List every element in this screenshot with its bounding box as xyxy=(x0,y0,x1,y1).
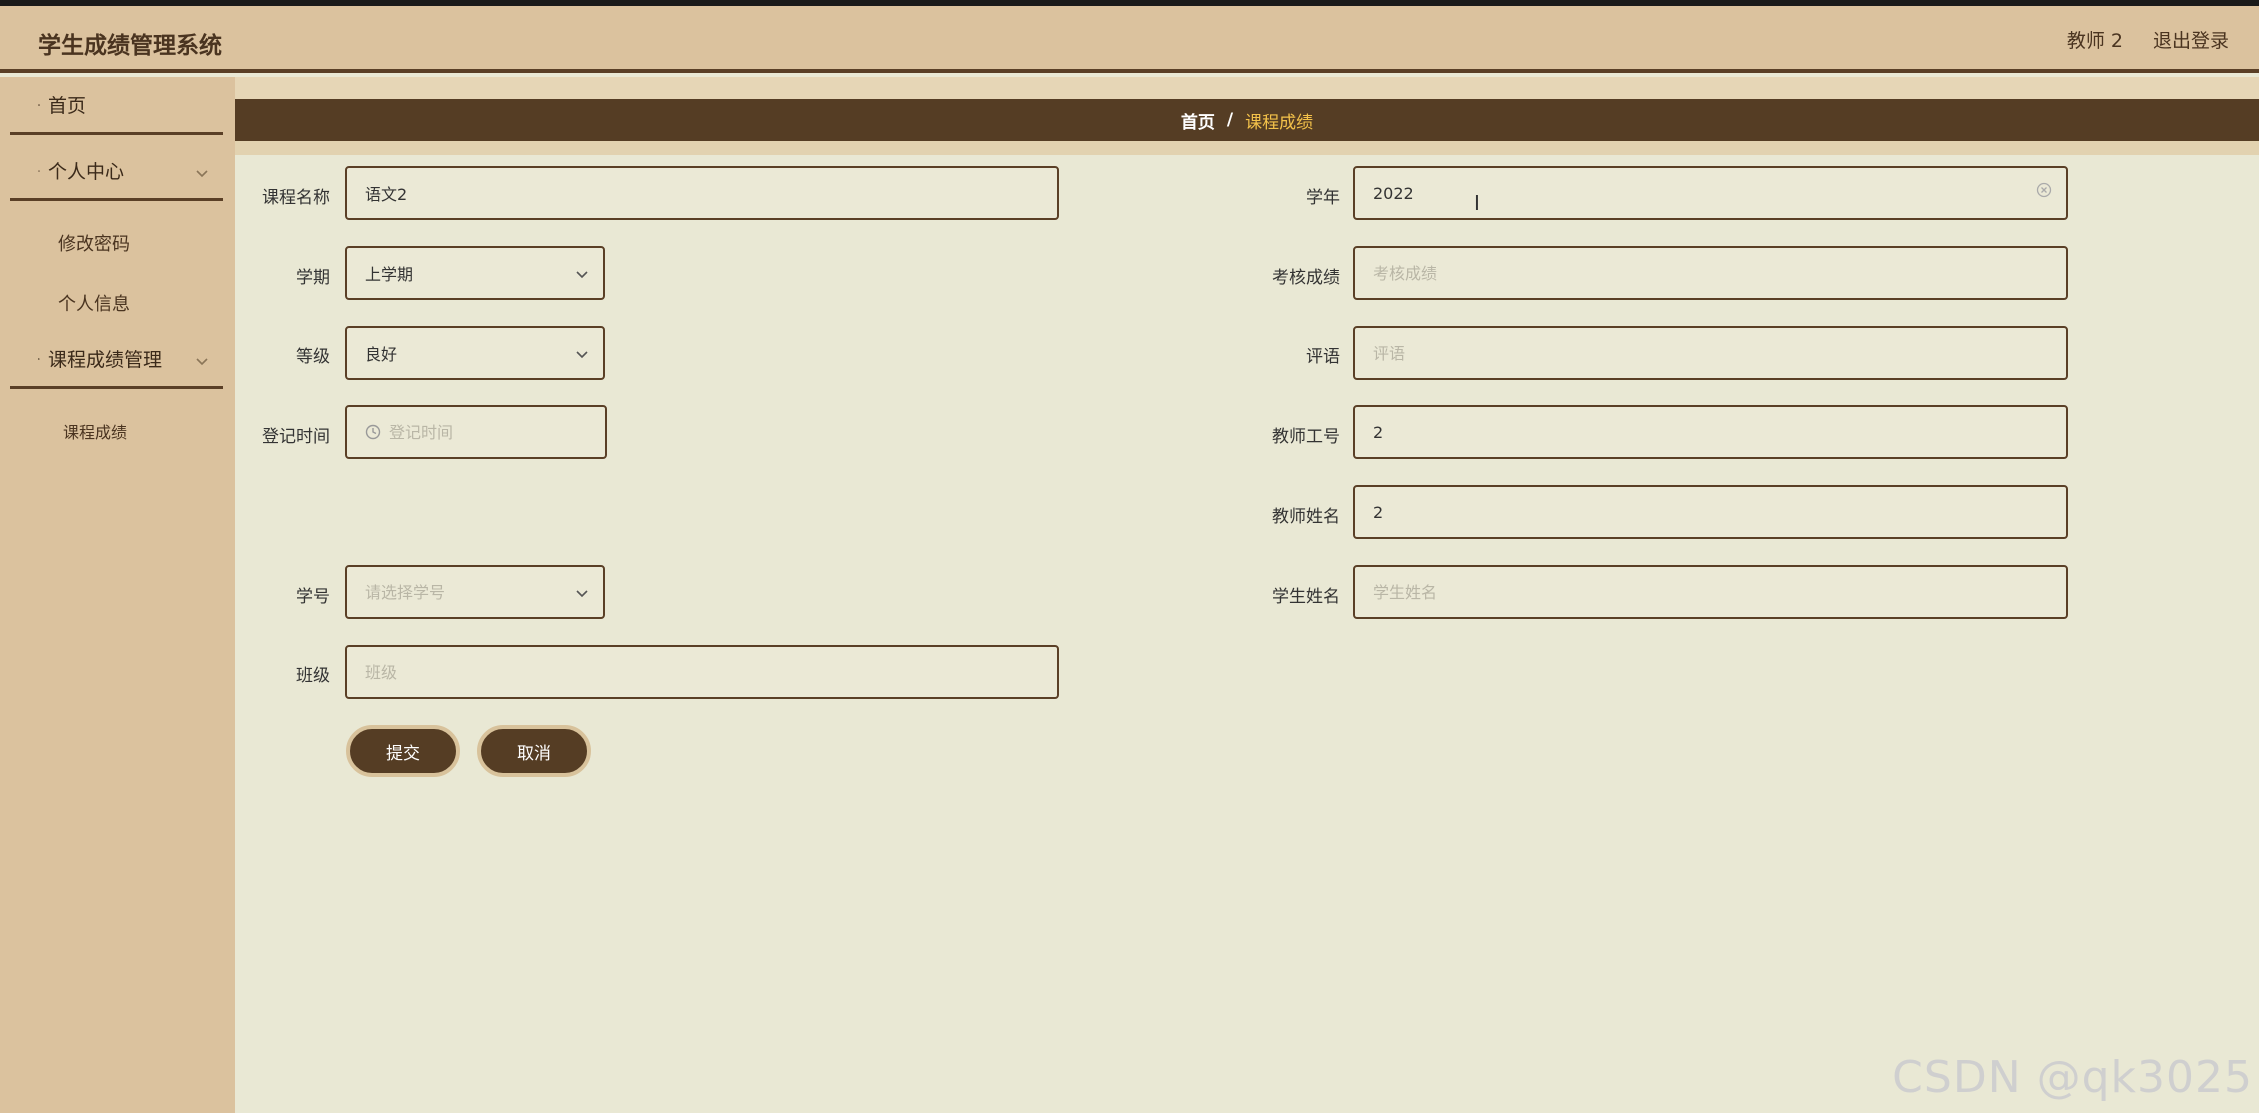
course-name-field[interactable] xyxy=(345,166,1059,220)
chevron-down-icon xyxy=(195,351,209,373)
sidebar-item-label: 首页 xyxy=(48,95,87,117)
course-name-input[interactable] xyxy=(365,183,1039,203)
assessment-score-label: 考核成绩 xyxy=(1272,268,1340,288)
user-label[interactable]: 教师 2 xyxy=(2067,26,2123,53)
school-year-label: 学年 xyxy=(1306,188,1340,208)
app-header: 学生成绩管理系统 教师 2 退出登录 xyxy=(0,6,2259,73)
breadcrumb-home[interactable]: 首页 xyxy=(1181,108,1215,133)
teacher-id-label: 教师工号 xyxy=(1272,427,1340,447)
breadcrumb-current: 课程成绩 xyxy=(1245,112,1314,133)
breadcrumb-underline xyxy=(235,141,2259,155)
grade-level-label: 等级 xyxy=(296,347,330,367)
comment-field[interactable] xyxy=(1353,326,2068,380)
assessment-score-input[interactable] xyxy=(1373,263,2048,283)
grade-level-select[interactable]: 良好 xyxy=(345,326,605,380)
grade-level-value: 良好 xyxy=(365,345,398,364)
sidebar-item-home[interactable]: 首页 xyxy=(10,77,223,135)
header-user-area: 教师 2 退出登录 xyxy=(2067,26,2229,53)
sidebar-item-course-grade-mgmt[interactable]: 课程成绩管理 xyxy=(10,331,223,389)
register-time-input[interactable] xyxy=(389,422,587,442)
text-cursor-icon: I xyxy=(1474,191,1480,215)
breadcrumb: 首页 / 课程成绩 xyxy=(235,99,2259,141)
breadcrumb-separator: / xyxy=(1226,110,1234,130)
register-time-picker[interactable] xyxy=(345,405,607,459)
class-input[interactable] xyxy=(365,662,1039,682)
student-id-label: 学号 xyxy=(296,587,330,607)
teacher-id-input[interactable] xyxy=(1373,422,2048,442)
app-title: 学生成绩管理系统 xyxy=(38,33,222,59)
comment-label: 评语 xyxy=(1306,347,1340,367)
home-icon xyxy=(10,97,40,113)
sidebar-item-personal-center[interactable]: 个人中心 xyxy=(10,143,223,201)
class-field[interactable] xyxy=(345,645,1059,699)
teacher-name-field[interactable] xyxy=(1353,485,2068,539)
book-icon xyxy=(10,351,40,367)
assessment-score-field[interactable] xyxy=(1353,246,2068,300)
semester-select[interactable]: 上学期 xyxy=(345,246,605,300)
student-name-label: 学生姓名 xyxy=(1272,587,1340,607)
semester-label: 学期 xyxy=(296,268,330,288)
content-top-strip xyxy=(235,77,2259,99)
chevron-down-icon xyxy=(575,346,589,365)
sidebar: 首页 个人中心 修改密码 个人信息 课程成绩管理 课程成绩 xyxy=(0,77,235,1113)
register-time-label: 登记时间 xyxy=(262,427,330,447)
student-id-input[interactable] xyxy=(365,582,585,602)
logout-link[interactable]: 退出登录 xyxy=(2153,26,2229,53)
sidebar-item-label: 课程成绩管理 xyxy=(48,349,163,371)
user-icon xyxy=(10,163,40,179)
teacher-name-input[interactable] xyxy=(1373,502,2048,522)
sidebar-subitem-personal-info[interactable]: 个人信息 xyxy=(58,290,130,316)
comment-input[interactable] xyxy=(1373,343,2048,363)
teacher-name-label: 教师姓名 xyxy=(1272,507,1340,527)
class-label: 班级 xyxy=(296,666,330,686)
semester-value: 上学期 xyxy=(365,265,414,284)
student-id-select[interactable] xyxy=(345,565,605,619)
csdn-watermark: CSDN @qk3025 xyxy=(1892,1052,2253,1103)
sidebar-subitem-course-grade[interactable]: 课程成绩 xyxy=(63,419,127,443)
clock-icon xyxy=(365,424,381,440)
school-year-field[interactable] xyxy=(1353,166,2068,220)
sidebar-item-label: 个人中心 xyxy=(48,161,125,183)
teacher-id-field[interactable] xyxy=(1353,405,2068,459)
student-name-field[interactable] xyxy=(1353,565,2068,619)
sidebar-subitem-change-password[interactable]: 修改密码 xyxy=(58,230,130,256)
cancel-button[interactable]: 取消 xyxy=(477,725,591,777)
chevron-down-icon xyxy=(575,266,589,285)
chevron-down-icon xyxy=(195,163,209,185)
student-name-input[interactable] xyxy=(1373,582,2048,602)
submit-button[interactable]: 提交 xyxy=(346,725,460,777)
course-name-label: 课程名称 xyxy=(262,188,330,208)
chevron-down-icon xyxy=(575,585,589,604)
clear-icon[interactable] xyxy=(2036,182,2052,202)
